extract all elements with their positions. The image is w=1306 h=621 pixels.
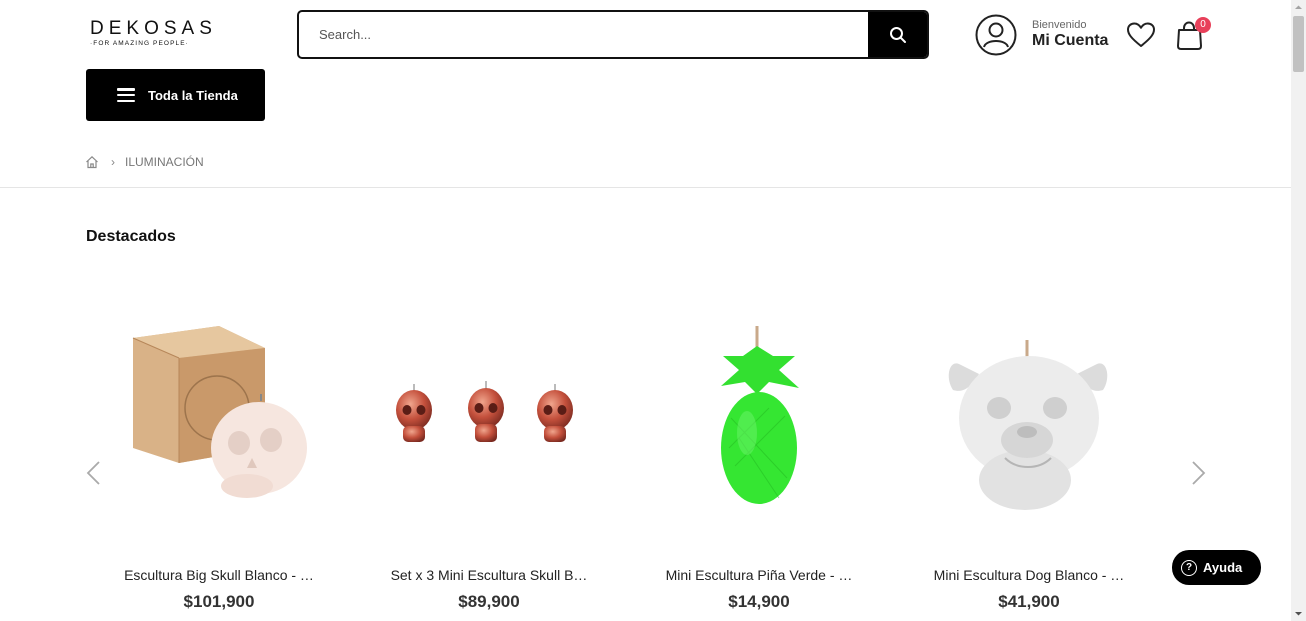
question-icon: ? [1181,559,1197,576]
account-name: Mi Cuenta [1032,32,1109,49]
scroll-thumb[interactable] [1293,16,1304,72]
account-link[interactable]: Bienvenido Mi Cuenta [975,13,1108,57]
account-greeting: Bienvenido [1032,19,1087,31]
product-name[interactable]: Set x 3 Mini Escultura Skull B… [369,567,609,583]
all-store-label: Toda la Tienda [148,87,238,103]
product-image[interactable] [369,298,609,538]
product-name[interactable]: Mini Escultura Piña Verde - … [639,567,879,583]
home-icon[interactable] [85,155,99,169]
breadcrumb-current: ILUMINACIÓN [125,155,204,169]
carousel-next-button[interactable] [1186,458,1210,488]
logo[interactable]: DEKOSAS ·FOR AMAZING PEOPLE· [90,18,217,48]
user-icon [975,14,1017,56]
product-image[interactable] [639,298,879,538]
all-store-menu-button[interactable]: Toda la Tienda [86,69,265,121]
heart-icon [1127,22,1155,47]
search-input[interactable] [299,12,871,57]
product-card[interactable]: Mini Escultura Dog Blanco - … $41,900 [909,298,1149,621]
product-card[interactable]: Set x 3 Mini Escultura Skull B… $89,900 [369,298,609,621]
product-card[interactable]: Escultura Big Skull Blanco - … $101,900 [99,298,339,621]
product-price: $89,900 [458,592,520,611]
logo-wordmark: DEKOSAS [90,18,217,39]
page: DEKOSAS ·FOR AMAZING PEOPLE· Bienvenido … [0,0,1291,621]
product-price: $101,900 [183,592,255,611]
product-image[interactable] [99,298,339,538]
wishlist-button[interactable] [1126,21,1156,49]
chevron-right-icon: › [111,155,115,169]
product-name[interactable]: Escultura Big Skull Blanco - … [99,567,339,583]
scrollbar[interactable] [1291,0,1306,621]
search-button[interactable] [868,12,927,57]
logo-tagline: ·FOR AMAZING PEOPLE· [90,40,189,47]
product-image[interactable] [909,298,1149,538]
search-icon [889,26,906,43]
product-price: $41,900 [998,592,1060,611]
product-name[interactable]: Mini Escultura Dog Blanco - … [909,567,1149,583]
section-title: Destacados [86,228,176,245]
cart-count-badge: 0 [1195,17,1211,33]
hamburger-icon [117,88,135,102]
breadcrumb: › ILUMINACIÓN [85,153,204,171]
help-button[interactable]: ? Ayuda [1172,550,1261,585]
product-price: $14,900 [728,592,790,611]
scroll-up-arrow-icon[interactable] [1291,0,1306,15]
cart-button[interactable]: 0 [1175,17,1211,52]
scroll-down-arrow-icon[interactable] [1291,606,1306,621]
product-card[interactable]: Mini Escultura Piña Verde - … $14,900 [639,298,879,621]
help-label: Ayuda [1203,560,1243,575]
chevron-right-icon [1192,461,1206,485]
divider [0,187,1291,188]
search-bar [297,10,929,59]
